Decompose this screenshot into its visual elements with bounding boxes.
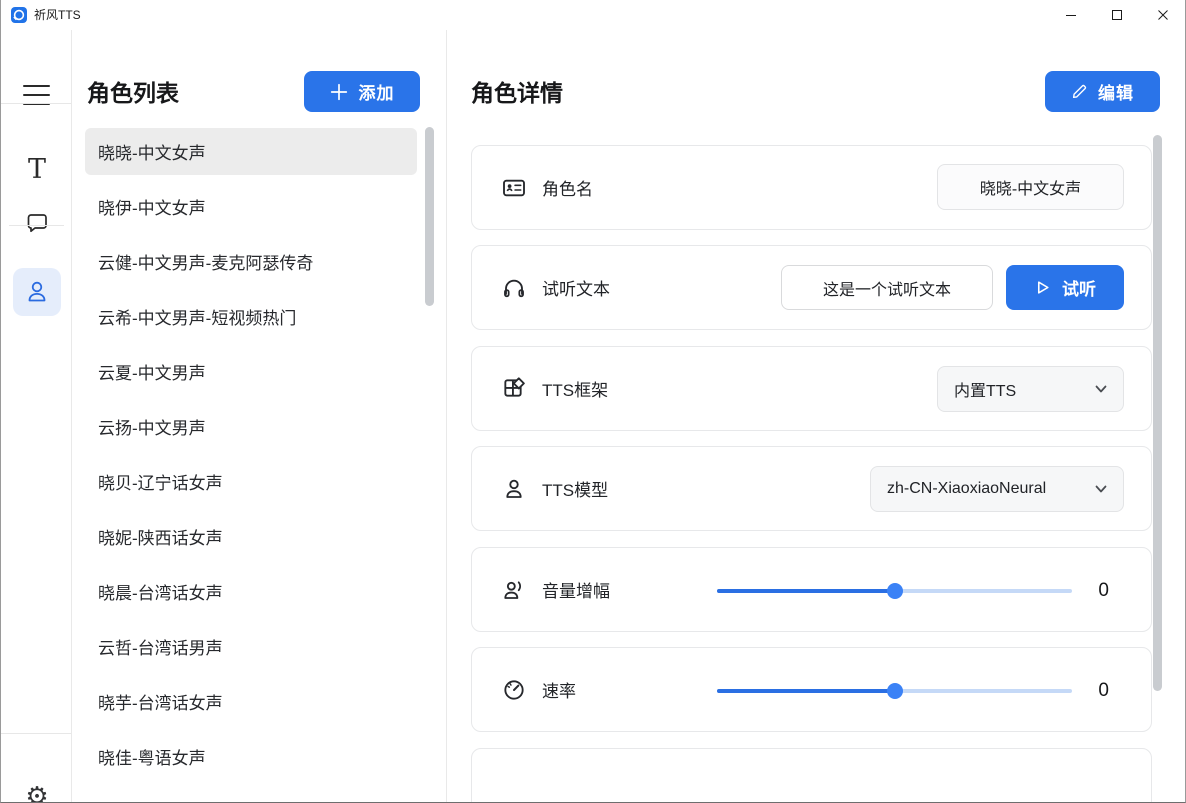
role-name-card: 角色名 晓晓-中文女声	[471, 145, 1152, 230]
detail-scrollbar[interactable]	[1153, 135, 1162, 691]
plus-icon	[330, 83, 348, 101]
edit-button[interactable]: 编辑	[1045, 71, 1160, 112]
list-item[interactable]: 云扬-中文男声	[85, 403, 417, 450]
add-role-button[interactable]: 添加	[304, 71, 420, 112]
volume-slider[interactable]	[717, 589, 1072, 593]
list-item[interactable]: 晓妮-陕西话女声	[85, 513, 417, 560]
list-item[interactable]: 晓贝-辽宁话女声	[85, 458, 417, 505]
close-button[interactable]	[1140, 0, 1186, 30]
field-label: 试听文本	[542, 275, 610, 300]
list-item[interactable]: 云夏-中文男声	[85, 348, 417, 395]
chevron-down-icon	[1093, 481, 1109, 497]
list-item[interactable]: 云健-中文男声-麦克阿瑟传奇	[85, 238, 417, 285]
rate-value: 0	[1098, 648, 1109, 733]
maximize-button[interactable]	[1094, 0, 1140, 30]
field-label: 速率	[542, 677, 576, 702]
titlebar: 祈风TTS	[1, 0, 1185, 30]
rail-divider	[9, 225, 64, 226]
icon-rail: T ⚙	[1, 30, 72, 803]
panel-divider	[446, 30, 447, 803]
field-label: 音量增幅	[542, 577, 610, 602]
person-icon	[23, 278, 51, 306]
partial-card	[471, 748, 1152, 803]
app-window: 祈风TTS T ⚙ 角色列表	[0, 0, 1186, 803]
app-logo-icon	[11, 7, 27, 23]
model-select[interactable]: zh-CN-XiaoxiaoNeural	[870, 466, 1124, 512]
volume-card: 音量增幅 0	[471, 547, 1152, 632]
rate-slider[interactable]	[717, 689, 1072, 693]
slider-handle[interactable]	[887, 583, 903, 599]
components-icon	[502, 377, 526, 401]
id-card-icon	[502, 176, 526, 200]
list-item[interactable]: 晓芋-台湾话女声	[85, 678, 417, 725]
chat-icon[interactable]	[13, 207, 61, 239]
framework-select[interactable]: 内置TTS	[937, 366, 1124, 412]
list-scrollbar[interactable]	[425, 127, 434, 306]
field-label: TTS模型	[542, 476, 608, 501]
app-title: 祈风TTS	[34, 0, 81, 30]
field-label: TTS框架	[542, 376, 608, 401]
list-item[interactable]: 晓佳-粤语女声	[85, 733, 417, 780]
pencil-icon	[1071, 83, 1088, 100]
audition-text-input[interactable]	[781, 265, 993, 310]
field-label: 角色名	[542, 175, 593, 200]
roles-tab-selected[interactable]	[13, 268, 61, 316]
list-item[interactable]: 晓伊-中文女声	[85, 183, 417, 230]
role-list-title: 角色列表	[87, 74, 179, 108]
list-item[interactable]: 晓晨-台湾话女声	[85, 568, 417, 615]
list-item[interactable]: 晓晓-中文女声	[85, 128, 417, 175]
audition-play-button[interactable]: 试听	[1006, 265, 1124, 310]
framework-card: TTS框架 内置TTS	[471, 346, 1152, 431]
role-detail-title: 角色详情	[471, 74, 563, 108]
menu-icon[interactable]	[23, 85, 50, 105]
model-card: TTS模型 zh-CN-XiaoxiaoNeural	[471, 446, 1152, 531]
chevron-down-icon	[1093, 381, 1109, 397]
rail-divider	[1, 733, 71, 734]
play-icon	[1034, 279, 1051, 296]
headphones-icon	[502, 276, 526, 300]
text-tool-icon[interactable]: T	[13, 152, 61, 186]
person-speaking-icon	[502, 578, 526, 602]
minimize-button[interactable]	[1048, 0, 1094, 30]
speedometer-icon	[502, 678, 526, 702]
audition-card: 试听文本 试听	[471, 245, 1152, 330]
rail-divider	[1, 103, 71, 104]
volume-value: 0	[1098, 548, 1109, 633]
settings-gear-icon[interactable]: ⚙	[13, 772, 61, 803]
person-icon	[502, 477, 526, 501]
rate-card: 速率 0	[471, 647, 1152, 732]
slider-handle[interactable]	[887, 683, 903, 699]
role-name-value: 晓晓-中文女声	[937, 164, 1124, 210]
list-item[interactable]: 云希-中文男声-短视频热门	[85, 293, 417, 340]
list-item[interactable]: 云哲-台湾话男声	[85, 623, 417, 670]
